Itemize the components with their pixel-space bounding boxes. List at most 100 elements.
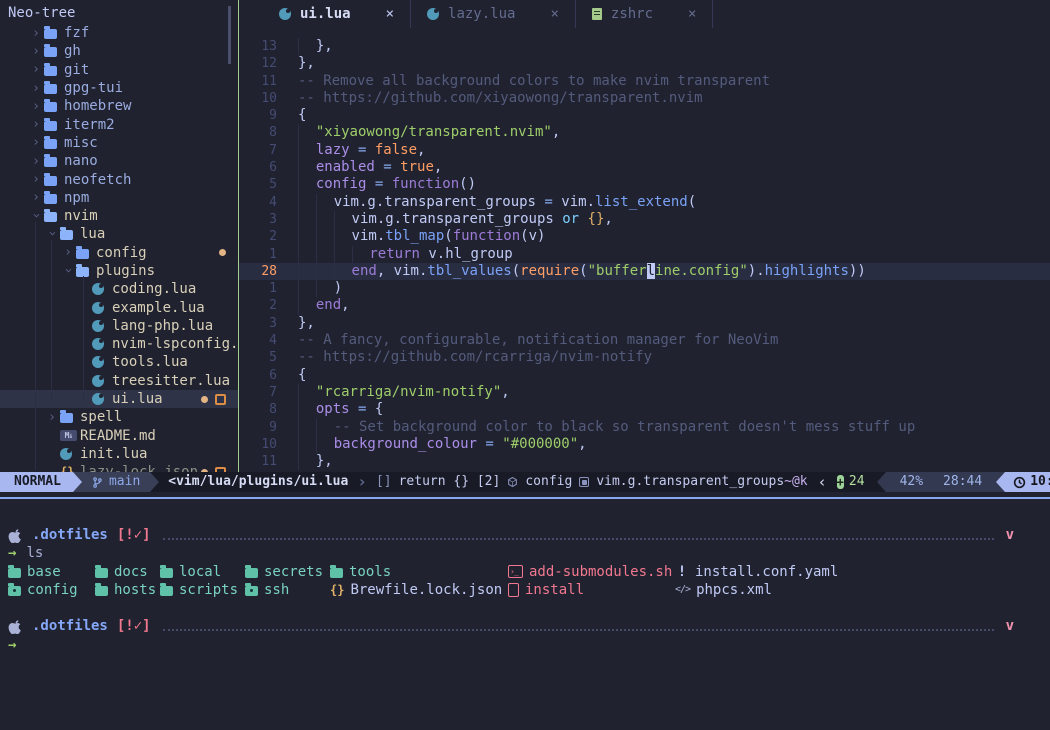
special-folder-icon (245, 586, 258, 596)
tree-item-gh[interactable]: › gh (0, 42, 238, 60)
code-line[interactable]: 13}, (239, 38, 1050, 55)
code-line[interactable]: 7lazy = false, (239, 142, 1050, 159)
tree-item-label: gh (64, 43, 81, 59)
code-line[interactable]: 8"xiyaowong/transparent.nvim", (239, 124, 1050, 141)
chevron-right-icon[interactable]: › (28, 154, 44, 169)
code-line[interactable]: 5config = function() (239, 176, 1050, 193)
chevron-down-icon[interactable]: › (29, 207, 44, 223)
powerline-separator (877, 472, 886, 492)
scroll-percent: 42% (900, 472, 923, 492)
tree-item-fzf[interactable]: ›fzf (0, 24, 238, 42)
code-line[interactable]: 5-- https://github.com/rcarriga/nvim-not… (239, 349, 1050, 366)
file-icon-slot (44, 82, 62, 94)
code-line-text: "xiyaowong/transparent.nvim", (298, 124, 560, 141)
tab-close-icon[interactable]: × (550, 6, 558, 22)
chevron-right-icon[interactable]: › (28, 99, 44, 114)
tree-item-git[interactable]: ›git (0, 61, 238, 79)
code-line-text: background_colour = "#000000", (298, 436, 587, 453)
file-install-conf-yaml: !install.conf.yaml (675, 563, 838, 581)
chevron-right-icon[interactable]: › (44, 410, 60, 425)
chevron-right-icon[interactable]: › (28, 135, 44, 150)
indent-guide (298, 194, 316, 211)
tree-scrollbar[interactable] (228, 6, 231, 64)
code-line-text: opts = { (298, 401, 383, 418)
tree-indent-guide (35, 222, 36, 470)
file-label: hosts (114, 581, 156, 599)
code-line[interactable]: 7"rcarriga/nvim-notify", (239, 384, 1050, 401)
code-line[interactable]: 4-- A fancy, configurable, notification … (239, 332, 1050, 349)
code-line[interactable]: 2end, (239, 297, 1050, 314)
tab-lazy-lua[interactable]: lazy.lua× (411, 0, 576, 28)
tree-item-iterm2[interactable]: ›iterm2 (0, 115, 238, 133)
code-line[interactable]: 10background_colour = "#000000", (239, 436, 1050, 453)
code-line[interactable]: 4vim.g.transparent_groups = vim.list_ext… (239, 194, 1050, 211)
json-icon: {} (60, 465, 74, 472)
file-icon-slot (92, 356, 110, 368)
code-line[interactable]: 12}, (239, 55, 1050, 72)
tab-ui-lua[interactable]: ui.lua× (263, 0, 411, 28)
folder-icon (160, 586, 173, 596)
chevron-right-icon[interactable]: › (28, 117, 44, 132)
indent-guide (298, 436, 316, 453)
position-segment: 42% 28:44 (886, 472, 997, 492)
code-line[interactable]: 10-- https://github.com/xiyaowong/transp… (239, 90, 1050, 107)
code-line[interactable]: 9-- Set background color to black so tra… (239, 419, 1050, 436)
chevron-right-icon[interactable]: › (28, 44, 44, 59)
folder-icon (60, 413, 73, 423)
code-line[interactable]: 8opts = { (239, 401, 1050, 418)
code-line-text: end, vim.tbl_values(require("bufferline.… (298, 263, 866, 280)
chevron-right-icon[interactable]: › (60, 245, 76, 260)
chevron-down-icon[interactable]: › (61, 262, 76, 278)
neotree-sidebar: Neo-tree ›fzf›gh›git›gpg-tui›homebrew›it… (0, 0, 239, 472)
modified-square-icon (215, 394, 226, 405)
code-line[interactable]: 6enabled = true, (239, 159, 1050, 176)
indent-guide (316, 263, 334, 280)
code-line-text: }, (298, 38, 333, 55)
chevron-right-icon[interactable]: › (28, 190, 44, 205)
code-line[interactable]: 6{ (239, 367, 1050, 384)
code-line[interactable]: 2vim.tbl_map(function(v) (239, 228, 1050, 245)
file-label: install (525, 581, 584, 599)
angle-icon: ‹ (818, 472, 827, 492)
cursor-line[interactable]: → (8, 636, 1042, 654)
chevron-right-icon[interactable]: › (28, 81, 44, 96)
tab-close-icon[interactable]: × (688, 6, 696, 22)
code-line[interactable]: 28 end, vim.tbl_values(require("bufferlin… (239, 263, 1050, 280)
tree-item-nano[interactable]: ›nano (0, 152, 238, 170)
line-number: 1 (239, 280, 277, 297)
file-scripts: scripts (160, 581, 245, 599)
code-line[interactable]: 9{ (239, 107, 1050, 124)
file-icon-slot (44, 119, 62, 131)
code-buffer[interactable]: 13},12},11-- Remove all background color… (239, 28, 1050, 472)
tree-item-gpg-tui[interactable]: ›gpg-tui (0, 79, 238, 97)
tab-zshrc[interactable]: zshrc× (576, 0, 714, 28)
code-line-text: end, (298, 297, 350, 314)
code-line[interactable]: 3}, (239, 315, 1050, 332)
code-line[interactable]: 3vim.g.transparent_groups or {}, (239, 211, 1050, 228)
file-hosts: hosts (95, 581, 160, 599)
tree-item-npm[interactable]: ›npm (0, 189, 238, 207)
chevron-right-icon[interactable]: › (28, 172, 44, 187)
chevron-right-icon[interactable]: › (28, 26, 44, 41)
code-line[interactable]: 1return v.hl_group (239, 246, 1050, 263)
chevron-down-icon[interactable]: › (45, 225, 60, 241)
code-line[interactable]: 1) (239, 280, 1050, 297)
chevron-right-icon[interactable]: › (28, 62, 44, 77)
code-line[interactable]: 11}, (239, 453, 1050, 470)
indent-guide (298, 401, 316, 418)
clock-icon (1013, 476, 1026, 489)
tree-item-misc[interactable]: ›misc (0, 134, 238, 152)
line-number: 28 (239, 263, 277, 280)
apple-icon (8, 528, 23, 543)
tree-item-homebrew[interactable]: ›homebrew (0, 97, 238, 115)
file-icon-slot (44, 45, 62, 57)
modified-dot-icon (201, 469, 208, 472)
tree-item-neofetch[interactable]: ›neofetch (0, 170, 238, 188)
tab-close-icon[interactable]: × (386, 6, 394, 22)
prompt-end-mark: v (1006, 617, 1014, 635)
breadcrumb-label: vim.g.transparent_groups (596, 472, 784, 492)
code-line[interactable]: 11-- Remove all background colors to mak… (239, 73, 1050, 90)
file-icon-slot (76, 247, 94, 259)
shell-pane[interactable]: .dotfiles [!✓] v → ls basedocslocalsecre… (0, 499, 1050, 730)
file-add-submodules-sh: add-submodules.sh (508, 563, 675, 581)
